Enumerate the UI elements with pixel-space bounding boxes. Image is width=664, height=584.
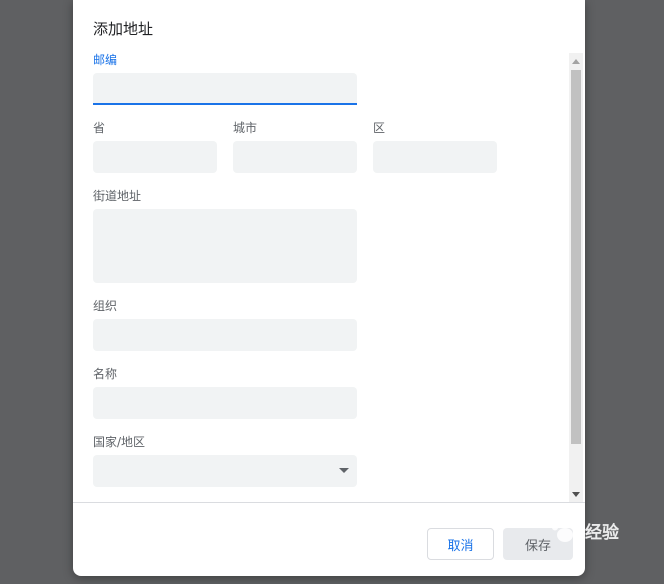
country-region-select[interactable] xyxy=(93,455,357,487)
cancel-button[interactable]: 取消 xyxy=(427,528,494,560)
address-form: 邮编 省 城市 区 街道地址 组织 名称 国家/地区 xyxy=(73,46,585,502)
add-address-dialog: 添加地址 邮编 省 城市 区 街道地址 组织 名称 国家/地区 取消 保存 xyxy=(73,0,585,576)
watermark-text: 经验 xyxy=(585,522,619,543)
province-label: 省 xyxy=(93,121,106,135)
watermark: 经验 xyxy=(548,515,619,545)
country-region-label: 国家/地区 xyxy=(93,435,146,449)
province-input[interactable] xyxy=(93,141,217,173)
footer-divider xyxy=(73,502,585,503)
organization-input[interactable] xyxy=(93,319,357,351)
postal-code-label: 邮编 xyxy=(93,53,118,67)
district-label: 区 xyxy=(373,121,386,135)
scroll-up-icon[interactable] xyxy=(572,59,580,64)
form-scrollbar[interactable] xyxy=(569,53,583,502)
scroll-down-icon[interactable] xyxy=(572,492,580,497)
organization-label: 组织 xyxy=(93,299,118,313)
scrollbar-thumb[interactable] xyxy=(571,70,581,444)
postal-code-input[interactable] xyxy=(93,73,357,105)
dialog-title: 添加地址 xyxy=(93,20,154,38)
city-label: 城市 xyxy=(233,121,258,135)
city-input[interactable] xyxy=(233,141,357,173)
street-address-label: 街道地址 xyxy=(93,189,142,203)
dropdown-arrow-icon xyxy=(339,468,349,473)
name-label: 名称 xyxy=(93,367,118,381)
district-input[interactable] xyxy=(373,141,497,173)
name-input[interactable] xyxy=(93,387,357,419)
paw-logo-icon xyxy=(551,515,579,542)
street-address-textarea[interactable] xyxy=(93,209,357,283)
